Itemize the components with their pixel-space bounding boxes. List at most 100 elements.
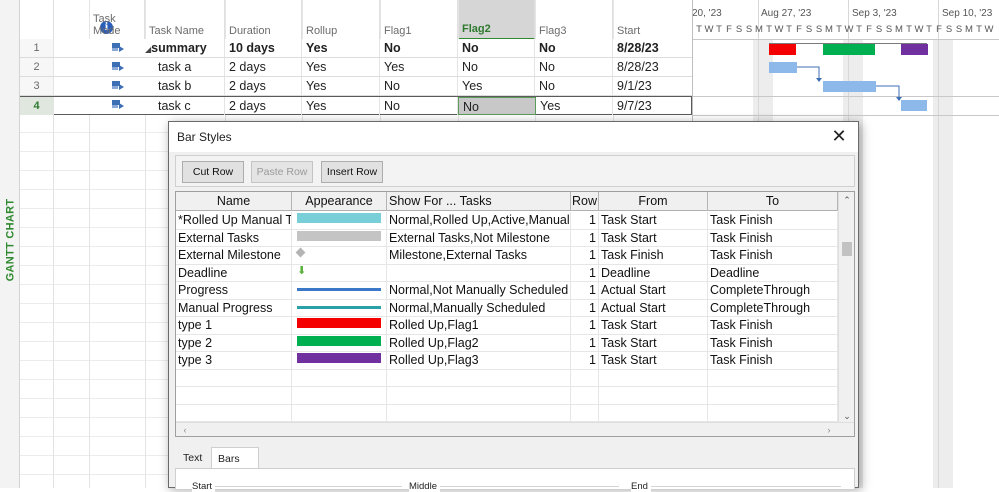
flag1-cell[interactable]: No xyxy=(380,97,458,115)
from-cell[interactable]: Task Start xyxy=(599,317,708,334)
from-cell[interactable] xyxy=(599,369,708,387)
show-for-cell[interactable]: Milestone,External Tasks xyxy=(387,247,571,264)
tab-text[interactable]: Text xyxy=(177,447,208,469)
show-for-cell[interactable] xyxy=(387,387,571,404)
show-for-cell[interactable]: Rolled Up,Flag2 xyxy=(387,334,571,352)
insert-row-button[interactable]: Insert Row xyxy=(321,161,383,183)
bar-style-row[interactable]: External Milestone Milestone,External Tas… xyxy=(176,247,838,265)
row-number[interactable]: 4 xyxy=(20,97,54,115)
appearance-cell[interactable] xyxy=(292,229,387,247)
scroll-up-icon[interactable]: ⌃ xyxy=(839,192,854,208)
rollup-cell[interactable]: Yes xyxy=(302,39,380,57)
task-name-cell[interactable]: task a xyxy=(145,58,225,76)
to-cell[interactable]: CompleteThrough xyxy=(708,282,838,299)
header-task-mode[interactable]: Task Mode xyxy=(89,0,145,40)
bar-style-row[interactable] xyxy=(176,404,838,422)
header-flag1[interactable]: Flag1 xyxy=(380,0,458,40)
appearance-cell[interactable] xyxy=(292,404,387,422)
row-cell[interactable] xyxy=(571,369,599,387)
header-flag3[interactable]: Flag3 xyxy=(535,0,613,40)
col-show-for[interactable]: Show For ... Tasks xyxy=(387,192,571,211)
header-duration[interactable]: Duration xyxy=(225,0,302,40)
task-row-active[interactable]: 4 task c 2 days Yes No No Yes 9/7/23 xyxy=(20,96,692,115)
from-cell[interactable]: Actual Start xyxy=(599,282,708,299)
to-cell[interactable]: Deadline xyxy=(708,264,838,282)
row-number[interactable]: 1 xyxy=(20,39,54,57)
bar-style-row[interactable] xyxy=(176,369,838,387)
col-row[interactable]: Row xyxy=(571,192,599,211)
show-for-cell[interactable]: Rolled Up,Flag3 xyxy=(387,352,571,369)
view-bar[interactable]: GANTT CHART xyxy=(0,0,20,488)
from-cell[interactable]: Task Start xyxy=(599,352,708,369)
appearance-cell[interactable] xyxy=(292,282,387,299)
duration-cell[interactable]: 2 days xyxy=(225,97,302,115)
show-for-cell[interactable]: Normal,Manually Scheduled xyxy=(387,299,571,317)
paste-row-button[interactable]: Paste Row xyxy=(251,161,313,183)
row-cell[interactable]: 1 xyxy=(571,247,599,264)
row-number[interactable]: 2 xyxy=(20,58,54,76)
bar-style-row[interactable]: type 3 Rolled Up,Flag3 1 Task Start Task Fin… xyxy=(176,352,838,370)
flag3-cell[interactable]: No xyxy=(535,39,613,57)
from-cell[interactable]: Task Start xyxy=(599,334,708,352)
header-flag2[interactable]: Flag2 xyxy=(458,0,535,40)
bar-style-row[interactable]: Progress Normal,Not Manually Scheduled 1 Ac… xyxy=(176,282,838,300)
show-for-cell[interactable]: Normal,Not Manually Scheduled xyxy=(387,282,571,299)
style-name-cell[interactable]: Deadline xyxy=(176,264,292,282)
show-for-cell[interactable] xyxy=(387,369,571,387)
bar-styles-dialog[interactable]: Bar Styles ✕ Cut Row Paste Row Insert Ro… xyxy=(168,121,859,492)
appearance-cell[interactable] xyxy=(292,334,387,352)
style-name-cell[interactable]: type 3 xyxy=(176,352,292,369)
from-cell[interactable]: Deadline xyxy=(599,264,708,282)
duration-cell[interactable]: 2 days xyxy=(225,58,302,76)
flag3-cell[interactable]: No xyxy=(535,58,613,76)
flag1-cell[interactable]: Yes xyxy=(380,58,458,76)
task-name-cell[interactable]: ◢summary xyxy=(145,39,225,57)
appearance-cell[interactable] xyxy=(292,212,387,229)
flag2-cell-selected[interactable]: No xyxy=(458,97,536,115)
to-cell[interactable]: Task Finish xyxy=(708,247,838,264)
col-from[interactable]: From xyxy=(599,192,708,211)
start-cell[interactable]: 8/28/23 xyxy=(613,39,692,57)
show-for-cell[interactable] xyxy=(387,264,571,282)
flag3-cell[interactable]: Yes xyxy=(536,97,613,115)
row-cell[interactable]: 1 xyxy=(571,229,599,247)
start-cell[interactable]: 8/28/23 xyxy=(613,58,692,76)
flag1-cell[interactable]: No xyxy=(380,77,458,95)
task-name-cell[interactable]: task c xyxy=(145,97,225,115)
flag1-cell[interactable]: No xyxy=(380,39,458,57)
show-for-cell[interactable] xyxy=(387,404,571,422)
style-name-cell[interactable]: type 1 xyxy=(176,317,292,334)
start-cell[interactable]: 9/7/23 xyxy=(613,97,691,115)
to-cell[interactable]: Task Finish xyxy=(708,334,838,352)
to-cell[interactable]: Task Finish xyxy=(708,212,838,229)
style-name-cell[interactable] xyxy=(176,404,292,422)
flag3-cell[interactable]: No xyxy=(535,77,613,95)
task-row[interactable]: 3 task b 2 days Yes No Yes No 9/1/23 xyxy=(20,77,692,96)
header-rollup[interactable]: Rollup xyxy=(302,0,380,40)
vertical-scrollbar[interactable]: ⌃ ⌄ xyxy=(838,192,854,424)
to-cell[interactable] xyxy=(708,387,838,404)
style-name-cell[interactable]: type 2 xyxy=(176,334,292,352)
row-cell[interactable] xyxy=(571,387,599,404)
row-cell[interactable]: 1 xyxy=(571,317,599,334)
duration-cell[interactable]: 2 days xyxy=(225,77,302,95)
show-for-cell[interactable]: Normal,Rolled Up,Active,Manually xyxy=(387,212,571,229)
show-for-cell[interactable]: External Tasks,Not Milestone xyxy=(387,229,571,247)
scroll-right-icon[interactable]: › xyxy=(822,423,836,436)
to-cell[interactable]: Task Finish xyxy=(708,317,838,334)
flag2-cell[interactable]: No xyxy=(458,58,535,76)
style-name-cell[interactable]: External Milestone xyxy=(176,247,292,264)
style-name-cell[interactable]: Progress xyxy=(176,282,292,299)
row-number[interactable]: 3 xyxy=(20,77,54,95)
row-cell[interactable]: 1 xyxy=(571,212,599,229)
from-cell[interactable] xyxy=(599,387,708,404)
header-start[interactable]: Start xyxy=(613,0,692,40)
appearance-cell[interactable] xyxy=(292,317,387,334)
from-cell[interactable]: Task Start xyxy=(599,229,708,247)
to-cell[interactable] xyxy=(708,404,838,422)
dialog-titlebar[interactable]: Bar Styles ✕ xyxy=(169,122,858,152)
style-name-cell[interactable]: Manual Progress xyxy=(176,299,292,317)
to-cell[interactable]: Task Finish xyxy=(708,229,838,247)
header-row-selector[interactable] xyxy=(20,0,54,40)
header-indicators[interactable]: i xyxy=(54,0,113,40)
